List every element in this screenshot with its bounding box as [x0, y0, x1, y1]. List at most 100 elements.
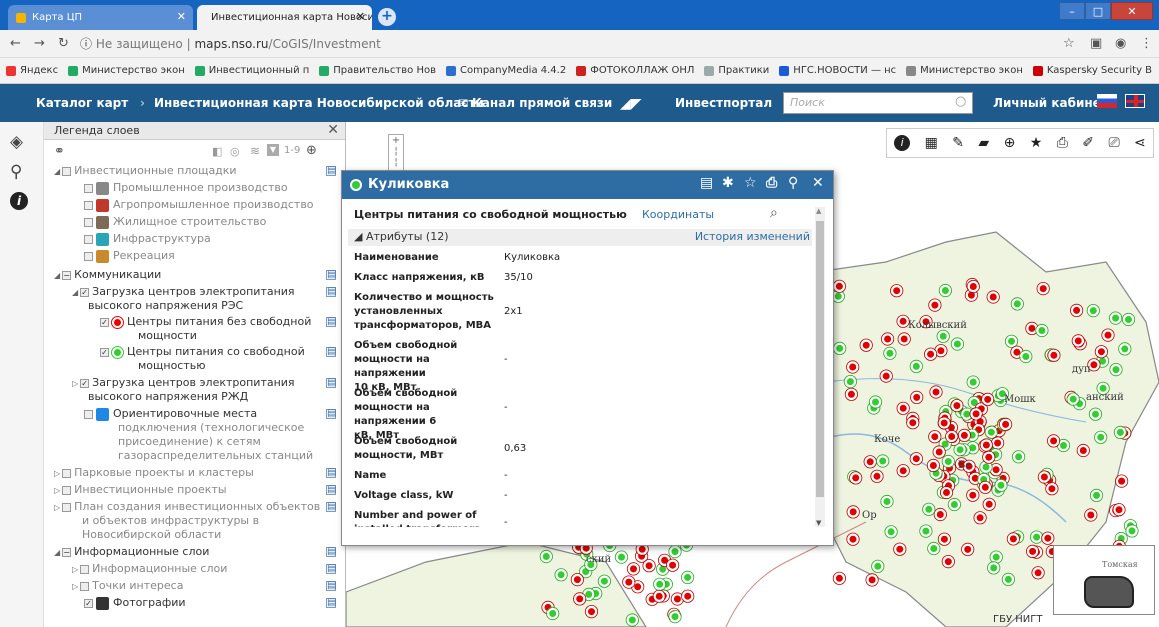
ruler-icon[interactable]: ▰ [978, 135, 989, 151]
profile-icon[interactable]: ◉ [1115, 36, 1126, 51]
power-center-free-capacity-marker[interactable] [1058, 440, 1069, 451]
power-center-free-capacity-marker[interactable] [870, 396, 881, 408]
power-center-free-capacity-marker[interactable] [1036, 325, 1048, 336]
expand-arrow-icon[interactable]: ▷ [72, 377, 78, 391]
export-icon[interactable]: ⎚ [1108, 135, 1119, 151]
power-center-no-capacity-marker[interactable] [965, 289, 977, 301]
power-center-no-capacity-marker[interactable] [1048, 349, 1060, 361]
scroll-down-icon[interactable]: ▼ [816, 519, 821, 527]
expand-arrow-icon[interactable]: ◢ [54, 546, 60, 560]
layer-checkbox[interactable] [62, 485, 72, 495]
power-center-no-capacity-marker[interactable] [574, 593, 586, 605]
direct-channel-link[interactable]: Канал прямой связи [472, 96, 612, 110]
expand-arrow-icon[interactable]: ▷ [72, 563, 78, 577]
power-center-free-capacity-marker[interactable] [967, 376, 979, 388]
legend-item-free-power-2[interactable]: мощностью [138, 359, 206, 373]
power-center-free-capacity-marker[interactable] [682, 571, 694, 583]
power-center-no-capacity-marker[interactable] [1048, 435, 1060, 447]
legend-item-rzd-load-2[interactable]: высокого напряжения РЖД [88, 390, 248, 404]
power-center-no-capacity-marker[interactable] [586, 606, 597, 618]
power-center-free-capacity-marker[interactable] [1002, 573, 1014, 585]
bookmark-item[interactable]: Kaspersky Security B [1032, 65, 1152, 76]
legend-item-infra[interactable]: Инфраструктура [84, 232, 211, 246]
star-icon[interactable]: ★ [1030, 135, 1043, 151]
power-center-no-capacity-marker[interactable] [962, 543, 974, 555]
power-center-free-capacity-marker[interactable] [1123, 314, 1134, 325]
power-center-free-capacity-marker[interactable] [555, 569, 567, 581]
power-center-no-capacity-marker[interactable] [907, 417, 919, 429]
power-center-free-capacity-marker[interactable] [1119, 343, 1131, 355]
expand-arrow-icon[interactable]: ◢ [72, 286, 78, 300]
flag-ru-icon[interactable] [1097, 94, 1117, 108]
power-center-no-capacity-marker[interactable] [833, 572, 845, 584]
power-center-free-capacity-marker[interactable] [1110, 312, 1122, 324]
power-center-no-capacity-marker[interactable] [667, 559, 679, 571]
legend-item-plan-3[interactable]: Новосибирской области [82, 528, 221, 542]
bookmark-item[interactable]: Министерство экон [68, 65, 185, 76]
legend-item-res-load-2[interactable]: высокого напряжения РЭС [88, 299, 243, 313]
power-center-free-capacity-marker[interactable] [1114, 426, 1126, 438]
opacity-icon[interactable]: ◧ [212, 145, 222, 158]
power-center-free-capacity-marker[interactable] [980, 461, 992, 473]
legend-item-industrial[interactable]: Промышленное производство [84, 181, 288, 195]
layer-checkbox[interactable] [84, 183, 93, 193]
power-center-no-capacity-marker[interactable] [1032, 567, 1044, 579]
layer-table-icon[interactable]: ▤ [326, 581, 336, 591]
power-center-no-capacity-marker[interactable] [974, 512, 986, 524]
info-icon[interactable]: i [894, 135, 911, 151]
minimize-button[interactable]: – [1059, 2, 1085, 20]
layer-table-icon[interactable]: ▤ [326, 564, 336, 574]
legend-item-housing[interactable]: Жилищное строительство [84, 215, 266, 229]
power-center-no-capacity-marker[interactable] [1038, 471, 1050, 483]
url-field[interactable]: ⓘ Не защищено | maps.nso.ru/CoGIS/Invest… [80, 34, 1060, 54]
power-center-no-capacity-marker[interactable] [1026, 322, 1038, 334]
power-center-free-capacity-marker[interactable] [1031, 531, 1043, 543]
power-center-free-capacity-marker[interactable] [1020, 351, 1032, 362]
power-center-free-capacity-marker[interactable] [939, 285, 951, 296]
power-center-free-capacity-marker[interactable] [654, 578, 666, 590]
new-tab-button[interactable]: + [378, 8, 396, 26]
expand-arrow-icon[interactable]: ◢ [54, 165, 60, 179]
power-center-free-capacity-marker[interactable] [1067, 393, 1079, 405]
power-center-no-capacity-marker[interactable] [847, 533, 859, 545]
reload-icon[interactable]: ↻ [58, 36, 69, 51]
power-center-free-capacity-marker[interactable] [626, 614, 638, 626]
menu-icon[interactable]: ⋮ [1140, 36, 1153, 51]
expand-arrow-icon[interactable]: ◢ [54, 269, 60, 283]
legend-item-parks[interactable]: ▷ Парковые проекты и кластеры [54, 466, 254, 481]
power-center-free-capacity-marker[interactable] [1091, 489, 1102, 501]
bookmark-item[interactable]: Инвестиционный п [194, 65, 309, 76]
table-icon[interactable]: ▤ [700, 175, 713, 191]
power-center-no-capacity-marker[interactable] [1027, 545, 1039, 557]
search-icon[interactable]: ⚲ [10, 162, 22, 182]
power-center-no-capacity-marker[interactable] [1072, 335, 1084, 347]
layer-table-icon[interactable]: ▤ [326, 287, 336, 297]
back-icon[interactable]: ← [10, 36, 21, 51]
layer-checkbox[interactable]: ✓ [80, 287, 90, 297]
power-center-no-capacity-marker[interactable] [983, 498, 995, 510]
bookmark-item[interactable]: Правительство Нов [319, 65, 436, 76]
power-center-no-capacity-marker[interactable] [845, 388, 857, 400]
layer-table-icon[interactable]: ▤ [326, 409, 336, 419]
power-center-free-capacity-marker[interactable] [928, 543, 940, 554]
bookmark-item[interactable]: CompanyMedia 4.4.2 [445, 65, 566, 76]
power-center-free-capacity-marker[interactable] [923, 503, 935, 515]
power-center-no-capacity-marker[interactable] [636, 543, 648, 555]
power-center-no-capacity-marker[interactable] [958, 429, 970, 441]
chevron-down-icon[interactable]: ▼ [267, 144, 279, 156]
power-center-free-capacity-marker[interactable] [881, 496, 893, 507]
power-center-free-capacity-marker[interactable] [616, 551, 627, 563]
legend-item-gas-4[interactable]: газораспределительных станций [118, 449, 313, 463]
power-center-no-capacity-marker[interactable] [897, 402, 909, 414]
layer-checkbox[interactable] [80, 581, 90, 591]
layer-checkbox[interactable]: ✓ [100, 317, 109, 327]
power-center-free-capacity-marker[interactable] [1087, 305, 1099, 317]
power-center-no-capacity-marker[interactable] [643, 560, 655, 572]
pin-icon[interactable]: ⚲ [788, 175, 798, 191]
power-center-no-capacity-marker[interactable] [929, 431, 941, 443]
power-center-free-capacity-marker[interactable] [1110, 364, 1122, 376]
layer-checkbox[interactable] [84, 200, 93, 210]
power-center-no-capacity-marker[interactable] [979, 481, 991, 493]
power-center-no-capacity-marker[interactable] [864, 456, 876, 468]
info-icon[interactable]: i [10, 192, 28, 210]
